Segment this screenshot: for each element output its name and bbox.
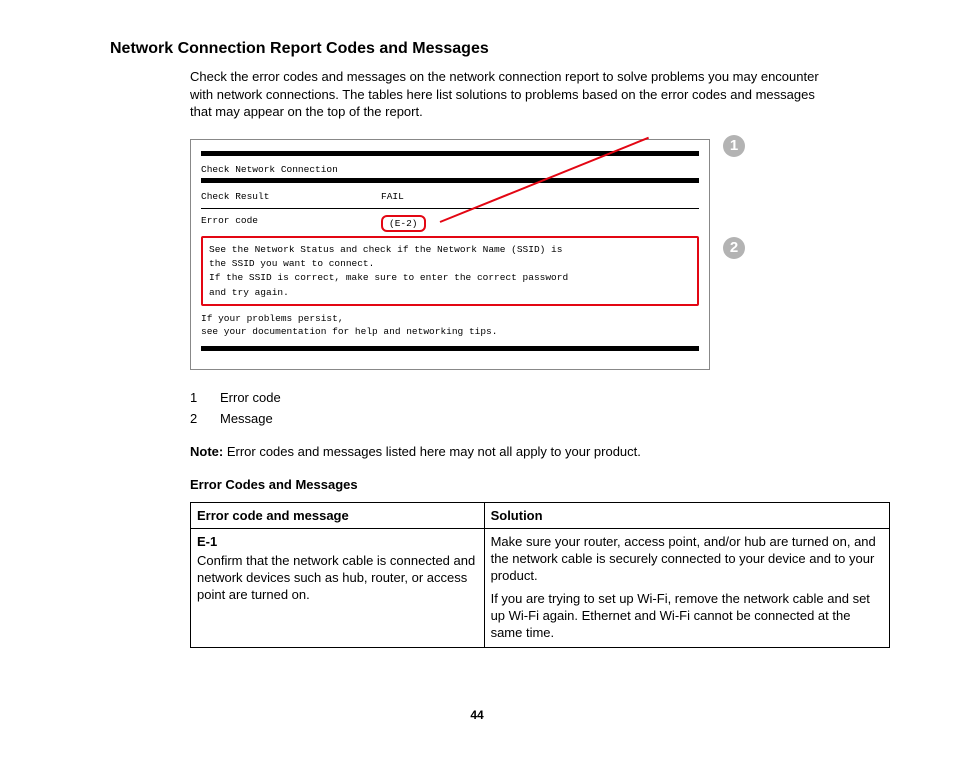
check-result-label: Check Result <box>201 191 381 202</box>
error-code-label: Error code <box>201 215 381 232</box>
error-code: E-1 <box>197 534 478 549</box>
persist-line: see your documentation for help and netw… <box>201 325 699 338</box>
message-box: See the Network Status and check if the … <box>201 236 699 306</box>
note: Note: Error codes and messages listed he… <box>190 444 834 459</box>
legend-num: 2 <box>190 411 220 426</box>
figure-legend: 1 Error code 2 Message <box>190 390 894 426</box>
error-codes-table: Error code and message Solution E-1 Conf… <box>190 502 890 647</box>
legend-num: 1 <box>190 390 220 405</box>
divider-thick <box>201 346 699 351</box>
check-result-value: FAIL <box>381 191 461 202</box>
divider-thin <box>201 208 699 209</box>
page-number: 44 <box>60 708 894 722</box>
persist-line: If your problems persist, <box>201 312 699 325</box>
callout-2: 2 <box>723 237 745 259</box>
cell-code: E-1 Confirm that the network cable is co… <box>191 529 485 647</box>
divider-thick <box>201 151 699 156</box>
check-result-row: Check Result FAIL <box>201 191 699 202</box>
solution-paragraph: If you are trying to set up Wi-Fi, remov… <box>491 591 883 642</box>
legend-row: 1 Error code <box>190 390 894 405</box>
th-solution: Solution <box>484 503 889 529</box>
divider-thick <box>201 178 699 183</box>
figure-wrapper: Check Network Connection Check Result FA… <box>190 139 710 371</box>
callout-1: 1 <box>723 135 745 157</box>
solution-paragraph: Make sure your router, access point, and… <box>491 534 883 585</box>
table-row: E-1 Confirm that the network cable is co… <box>191 529 890 647</box>
th-code: Error code and message <box>191 503 485 529</box>
error-code-desc: Confirm that the network cable is connec… <box>197 553 478 604</box>
message-line: the SSID you want to connect. <box>209 257 691 270</box>
note-text: Error codes and messages listed here may… <box>223 444 641 459</box>
cell-solution: Make sure your router, access point, and… <box>484 529 889 647</box>
message-line: See the Network Status and check if the … <box>209 243 691 256</box>
error-code-value: (E-2) <box>381 215 426 232</box>
page-title: Network Connection Report Codes and Mess… <box>110 40 894 58</box>
legend-label: Error code <box>220 390 281 405</box>
legend-label: Message <box>220 411 273 426</box>
table-subheading: Error Codes and Messages <box>190 477 894 492</box>
persist-block: If your problems persist, see your docum… <box>201 312 699 339</box>
figure-heading: Check Network Connection <box>201 164 699 175</box>
note-label: Note: <box>190 444 223 459</box>
legend-row: 2 Message <box>190 411 894 426</box>
message-line: If the SSID is correct, make sure to ent… <box>209 271 691 284</box>
report-figure: Check Network Connection Check Result FA… <box>190 139 710 371</box>
message-line: and try again. <box>209 286 691 299</box>
intro-paragraph: Check the error codes and messages on th… <box>190 68 834 121</box>
